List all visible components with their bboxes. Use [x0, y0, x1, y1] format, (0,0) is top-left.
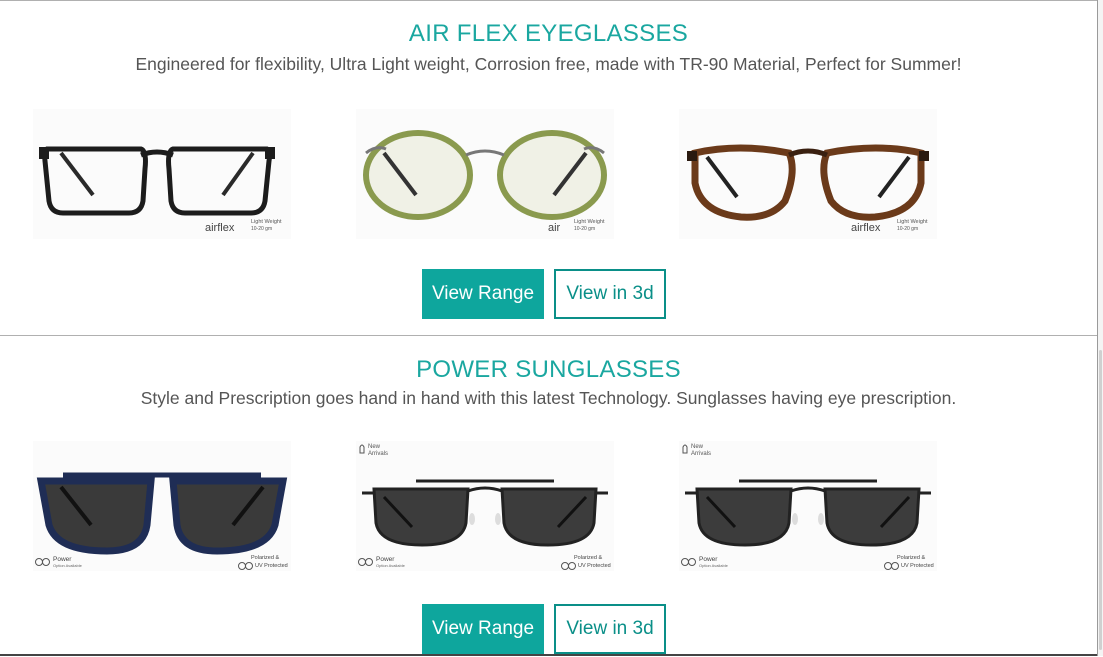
weight-range: 10-20 gm — [574, 226, 595, 232]
eyeglasses-olive-image: air Light Weight 10-20 gm — [363, 130, 607, 234]
polarized-label: Polarized & — [897, 555, 925, 561]
polarized-label: Polarized & — [574, 555, 602, 561]
new-arrivals-badge: New Arrivals — [682, 444, 711, 457]
brand-logo: airflex — [205, 222, 235, 234]
power-sub: Option Available — [376, 563, 406, 568]
product-card-air-olive[interactable]: air Light Weight 10-20 gm — [356, 109, 614, 239]
section-subtitle: Engineered for flexibility, Ultra Light … — [135, 54, 962, 74]
weight-range: 10-20 gm — [897, 226, 918, 232]
product-card-sunglasses-navy[interactable]: Power Option Available Polarized & UV Pr… — [33, 441, 291, 571]
air-flex-section: AIR FLEX EYEGLASSES Engineered for flexi… — [0, 0, 1097, 336]
eyeglasses-tortoise-image: airflex Light Weight 10-20 gm — [687, 144, 929, 234]
weight-label: Light Weight — [897, 219, 928, 225]
polarized-label: Polarized & — [251, 555, 279, 561]
power-label: Power — [376, 556, 395, 563]
sunglasses-metal-image: New Arrivals Power Option Available Pola… — [358, 444, 611, 570]
view-range-button[interactable]: View Range — [422, 604, 544, 654]
brand-logo: air — [548, 222, 561, 234]
power-sunglasses-section: POWER SUNGLASSES Style and Prescription … — [0, 335, 1097, 657]
section-title: AIR FLEX EYEGLASSES — [408, 20, 689, 47]
product-card-airflex-tortoise[interactable]: airflex Light Weight 10-20 gm — [679, 109, 937, 239]
sunglasses-navy-image: Power Option Available Polarized & UV Pr… — [35, 472, 288, 570]
product-card-sunglasses-metal-1[interactable]: New Arrivals Power Option Available Pola… — [356, 441, 614, 571]
section-title: POWER SUNGLASSES — [416, 356, 681, 383]
brand-logo: airflex — [851, 222, 881, 234]
uv-label: UV Protected — [901, 563, 934, 569]
weight-label: Light Weight — [251, 219, 282, 225]
scrollbar-thumb[interactable] — [1099, 350, 1102, 650]
product-card-airflex-black[interactable]: airflex Light Weight 10-20 gm — [33, 109, 291, 239]
view-in-3d-button[interactable]: View in 3d — [554, 604, 666, 654]
product-card-sunglasses-metal-2[interactable]: New Arrivals Power Option Available Pola… — [679, 441, 937, 571]
svg-text:New: New — [691, 444, 704, 450]
sunglasses-metal-image: New Arrivals Power Option Available Pola… — [681, 444, 934, 570]
uv-label: UV Protected — [255, 563, 288, 569]
power-label: Power — [699, 556, 718, 563]
svg-text:Arrivals: Arrivals — [368, 451, 388, 457]
eyeglasses-black-image: airflex Light Weight 10-20 gm — [39, 146, 282, 234]
weight-range: 10-20 gm — [251, 226, 272, 232]
section-subtitle: Style and Prescription goes hand in hand… — [140, 388, 957, 408]
power-sub: Option Available — [53, 563, 83, 568]
svg-text:Arrivals: Arrivals — [691, 451, 711, 457]
view-in-3d-button[interactable]: View in 3d — [554, 269, 666, 319]
svg-text:New: New — [368, 444, 381, 450]
view-range-button[interactable]: View Range — [422, 269, 544, 319]
uv-label: UV Protected — [578, 563, 611, 569]
new-arrivals-badge: New Arrivals — [359, 444, 388, 457]
power-label: Power — [53, 556, 72, 563]
weight-label: Light Weight — [574, 219, 605, 225]
power-sub: Option Available — [699, 563, 729, 568]
